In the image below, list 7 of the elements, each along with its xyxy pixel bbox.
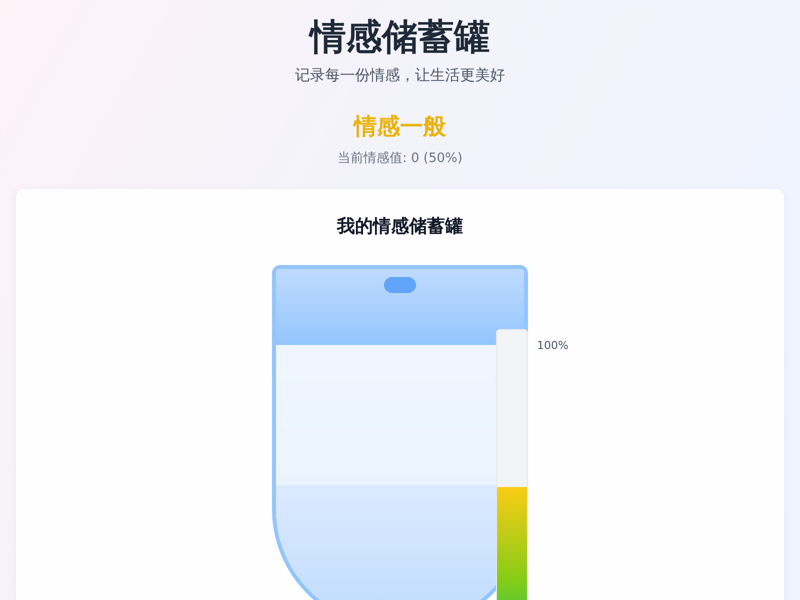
page-subtitle: 记录每一份情感，让生活更美好 <box>295 66 505 85</box>
jar-handle-icon <box>384 277 416 293</box>
mood-label: 情感一般 <box>354 113 446 142</box>
meter-top-label: 100% <box>537 339 568 352</box>
page-title: 情感储蓄罐 <box>310 16 490 60</box>
card-title: 我的情感储蓄罐 <box>337 215 463 239</box>
mood-value: 当前情感值: 0 (50%) <box>338 150 462 167</box>
